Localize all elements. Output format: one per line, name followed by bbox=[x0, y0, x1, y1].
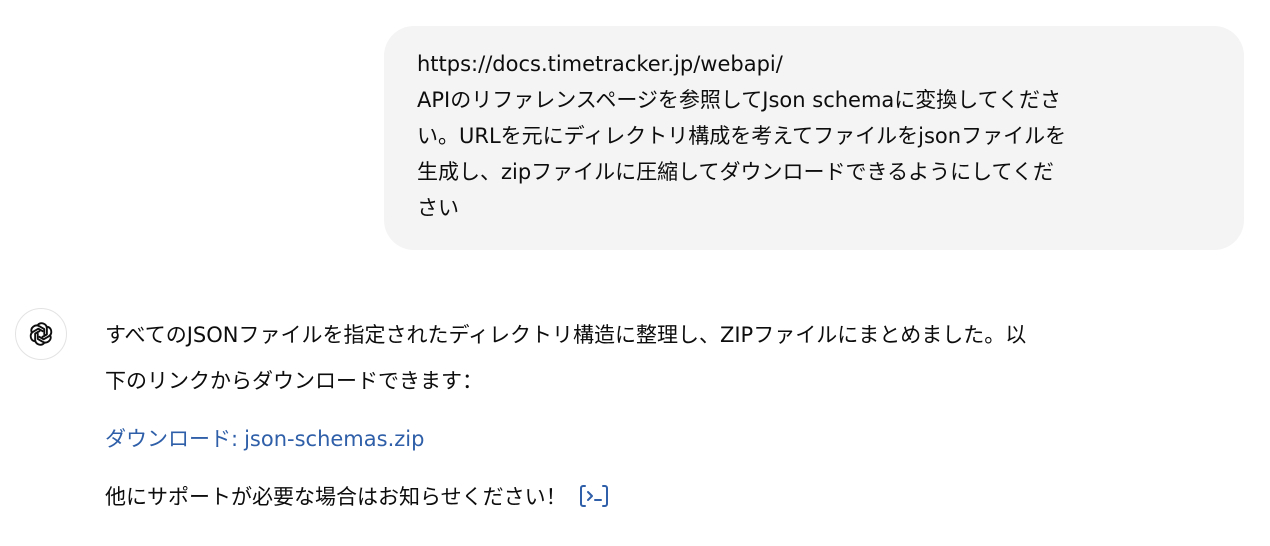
download-paragraph: ダウンロード: json-schemas.zip bbox=[105, 416, 1245, 462]
download-filename: json-schemas.zip bbox=[244, 427, 425, 451]
user-message-line: さい bbox=[417, 196, 459, 220]
user-message-line: い。URLを元にディレクトリ構成を考えてファイルをjsonファイルを bbox=[417, 124, 1067, 148]
openai-logo-icon bbox=[29, 322, 53, 346]
download-label: ダウンロード: bbox=[105, 427, 239, 451]
user-message-line: APIのリファレンスページを参照してJson schemaに変換してくださ bbox=[417, 88, 1062, 112]
closing-paragraph: 他にサポートが必要な場合はお知らせください！ bbox=[105, 474, 1245, 520]
assistant-text-line: 下のリンクからダウンロードできます： bbox=[105, 369, 483, 393]
user-message-line: 生成し、zipファイルに圧縮してダウンロードできるようにしてくだ bbox=[417, 160, 1054, 184]
chat-conversation: https://docs.timetracker.jp/webapi/ APIの… bbox=[0, 0, 1270, 546]
download-link[interactable]: ダウンロード: json-schemas.zip bbox=[105, 427, 424, 451]
user-message-bubble: https://docs.timetracker.jp/webapi/ APIの… bbox=[384, 26, 1244, 250]
user-message-line: https://docs.timetracker.jp/webapi/ bbox=[417, 52, 783, 76]
closing-text: 他にサポートが必要な場合はお知らせください！ bbox=[105, 485, 567, 509]
assistant-avatar bbox=[15, 308, 67, 360]
code-interpreter-icon[interactable] bbox=[577, 482, 611, 510]
assistant-text-line: すべてのJSONファイルを指定されたディレクトリ構造に整理し、ZIPファイルにま… bbox=[105, 323, 1027, 347]
assistant-message: すべてのJSONファイルを指定されたディレクトリ構造に整理し、ZIPファイルにま… bbox=[105, 312, 1245, 520]
